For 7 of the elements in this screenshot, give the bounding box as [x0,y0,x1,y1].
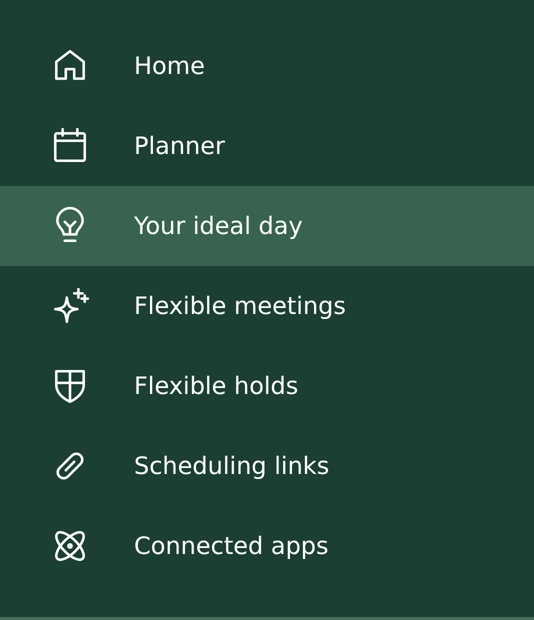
nav-item[interactable]: Planner [0,106,534,186]
nav-item[interactable]: Flexible meetings [0,266,534,346]
nav-item[interactable]: Flexible holds [0,346,534,426]
nav-item[interactable]: Connected apps [0,506,534,586]
nav-item[interactable]: Scheduling links [0,426,534,506]
nav-item[interactable]: Your ideal day [0,186,534,266]
nav-item[interactable]: Home [0,26,534,106]
